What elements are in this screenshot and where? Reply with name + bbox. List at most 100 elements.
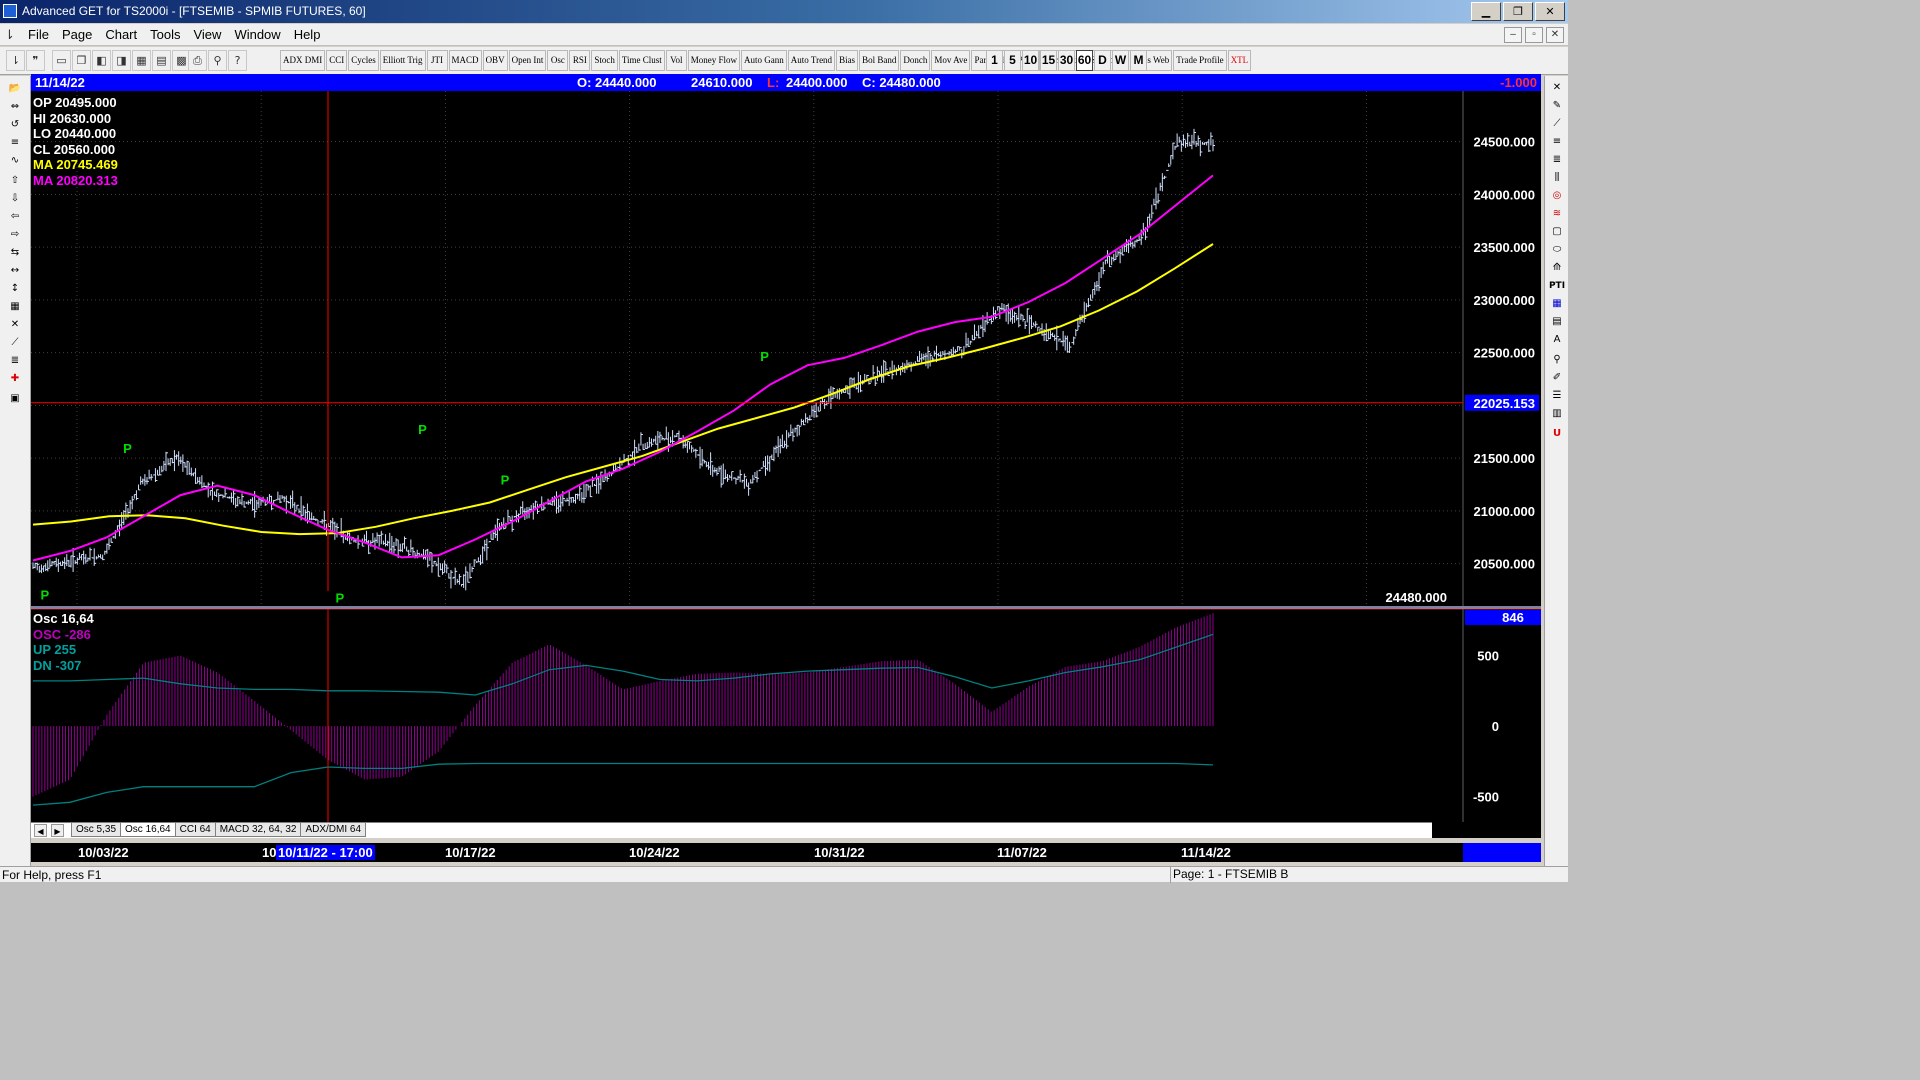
arrow-down-icon[interactable]: ⇩ xyxy=(4,190,26,207)
magnifier-icon[interactable]: ⚲ xyxy=(1548,352,1566,368)
reset-icon[interactable]: ↺ xyxy=(4,116,26,133)
menu-window[interactable]: Window xyxy=(234,27,280,42)
fib-time-icon[interactable]: ⫼ xyxy=(1548,170,1566,186)
study-button-bias[interactable]: Bias xyxy=(836,50,859,71)
study-button-cci[interactable]: CCI xyxy=(326,50,348,71)
close-button[interactable]: ✕ xyxy=(1535,2,1565,21)
delete-tool-icon[interactable]: ✕ xyxy=(1548,80,1566,96)
trendline-icon[interactable]: ⟋ xyxy=(1548,116,1566,132)
maximize-button[interactable]: ❐ xyxy=(1503,2,1533,21)
fan-icon[interactable]: ⟰ xyxy=(1548,260,1566,276)
study-button-xtl[interactable]: XTL xyxy=(1227,50,1252,71)
grid-tool-icon[interactable]: ▦ xyxy=(1548,296,1566,312)
undo-icon[interactable]: U xyxy=(1548,426,1566,442)
elliott-icon[interactable]: ∿ xyxy=(4,152,26,169)
study-button-auto-gann[interactable]: Auto Gann xyxy=(741,50,787,71)
menu-help[interactable]: Help xyxy=(294,27,321,42)
tab-osc-5-35[interactable]: Osc 5,35 xyxy=(71,823,122,837)
interval-button-60[interactable]: 60 xyxy=(1076,50,1093,71)
print-icon[interactable]: ⎙ xyxy=(188,50,207,71)
quote-icon[interactable]: ❞ xyxy=(26,50,45,71)
fib-extension-icon[interactable]: ≣ xyxy=(1548,152,1566,168)
text-icon[interactable]: A xyxy=(1548,332,1566,348)
hint-icon[interactable]: ⚲ xyxy=(208,50,227,71)
compress-bars-icon[interactable]: ⇆ xyxy=(4,244,26,261)
price-chart[interactable]: 20500.000 21000.000 21500.000 22500.000 2300… xyxy=(31,91,1541,608)
interval-button-m[interactable]: M xyxy=(1130,50,1147,71)
cascade-icon[interactable]: ▤ xyxy=(152,50,171,71)
menu-view[interactable]: View xyxy=(193,27,221,42)
oscillator-chart[interactable]: -500 0 500 846 xyxy=(31,609,1541,822)
study-button-time-clust[interactable]: Time Clust xyxy=(618,50,665,71)
copy-chart-icon[interactable]: ❐ xyxy=(72,50,91,71)
menu-chart[interactable]: Chart xyxy=(105,27,137,42)
study-button-money-flow[interactable]: Money Flow xyxy=(687,50,741,71)
fib-icon[interactable]: ≣ xyxy=(4,352,26,369)
tab-cci-64[interactable]: CCI 64 xyxy=(174,823,216,837)
mdi-restore-button[interactable]: ▫ xyxy=(1525,27,1543,43)
properties-icon[interactable]: ▣ xyxy=(4,390,26,407)
study-button-osc[interactable]: Osc xyxy=(547,50,569,71)
study-button-adx-dmi[interactable]: ADX DMI xyxy=(280,50,326,71)
menu-tools[interactable]: Tools xyxy=(150,27,180,42)
study-button-auto-trend[interactable]: Auto Trend xyxy=(787,50,836,71)
study-button-rsi[interactable]: RSI xyxy=(569,50,591,71)
tab-adx-dmi[interactable]: ADX/DMI 64 xyxy=(300,823,367,837)
tile-icon[interactable]: ▦ xyxy=(132,50,151,71)
interval-button-30[interactable]: 30 xyxy=(1058,50,1075,71)
study-button-bol-band[interactable]: Bol Band xyxy=(859,50,900,71)
study-button-elliott-trig[interactable]: Elliott Trig xyxy=(379,50,426,71)
paint-icon[interactable]: ✐ xyxy=(1548,370,1566,386)
interval-button-5[interactable]: 5 xyxy=(1004,50,1021,71)
fib-box-icon[interactable]: ▤ xyxy=(1548,314,1566,330)
mdi-minimize-button[interactable]: – xyxy=(1504,27,1522,43)
crosshair-icon[interactable]: ✚ xyxy=(4,370,26,387)
study-button-jti[interactable]: JTI xyxy=(426,50,448,71)
study-icon[interactable]: ≡ xyxy=(4,134,26,151)
tab-scroll-right-icon[interactable]: ▶ xyxy=(51,824,64,837)
grid-lines-icon[interactable]: ▦ xyxy=(4,298,26,315)
study-button-donch[interactable]: Donch xyxy=(900,50,931,71)
document-icon[interactable]: ⇂ xyxy=(4,27,20,43)
gann-icon[interactable]: ⟋ xyxy=(4,334,26,351)
study-button-cycles[interactable]: Cycles xyxy=(348,50,379,71)
pti-icon[interactable]: PTI xyxy=(1548,278,1566,294)
menu-page[interactable]: Page xyxy=(62,27,92,42)
new-page-icon[interactable]: ▭ xyxy=(52,50,71,71)
study-button-trade-profile[interactable]: Trade Profile xyxy=(1173,50,1227,71)
arrow-left-icon[interactable]: ⇦ xyxy=(4,208,26,225)
lines-icon[interactable]: ✕ xyxy=(4,316,26,333)
menu-file[interactable]: File xyxy=(28,27,49,42)
interval-button-10[interactable]: 10 xyxy=(1022,50,1039,71)
box-icon[interactable]: ▢ xyxy=(1548,224,1566,240)
table-icon[interactable]: ▥ xyxy=(1548,406,1566,422)
mdi-close-button[interactable]: ✕ xyxy=(1546,27,1564,43)
scale-icon[interactable]: ↕ xyxy=(4,280,26,297)
tab-scroll-left-icon[interactable]: ◀ xyxy=(34,824,47,837)
expand-bars-icon[interactable]: ↔ xyxy=(4,262,26,279)
tab-osc-16-64[interactable]: Osc 16,64 xyxy=(120,823,176,837)
zoom-icon[interactable]: ⇔ xyxy=(4,98,26,115)
tab-macd[interactable]: MACD 32, 64, 32 xyxy=(214,823,302,837)
prev-chart-icon[interactable]: ◧ xyxy=(92,50,111,71)
open-folder-icon[interactable]: 📂 xyxy=(4,80,26,97)
interval-button-1[interactable]: 1 xyxy=(986,50,1003,71)
arrow-up-icon[interactable]: ⇧ xyxy=(4,172,26,189)
study-button-obv[interactable]: OBV xyxy=(482,50,508,71)
arrow-right-icon[interactable]: ⇨ xyxy=(4,226,26,243)
study-button-stoch[interactable]: Stoch xyxy=(591,50,618,71)
interval-button-d[interactable]: D xyxy=(1094,50,1111,71)
channel-icon[interactable]: ≋ xyxy=(1548,206,1566,222)
cycle-icon[interactable]: ◎ xyxy=(1548,188,1566,204)
pin-icon[interactable]: ⇂ xyxy=(6,50,25,71)
study-button-macd[interactable]: MACD xyxy=(448,50,482,71)
study-button-open-int[interactable]: Open Int xyxy=(508,50,547,71)
list-icon[interactable]: ☰ xyxy=(1548,388,1566,404)
ellipse-icon[interactable]: ⬭ xyxy=(1548,242,1566,258)
minimize-button[interactable]: ▁ xyxy=(1471,2,1501,21)
next-chart-icon[interactable]: ◨ xyxy=(112,50,131,71)
interval-button-w[interactable]: W xyxy=(1112,50,1129,71)
context-help-icon[interactable]: ? xyxy=(228,50,247,71)
fib-retracement-icon[interactable]: ≡ xyxy=(1548,134,1566,150)
pencil-icon[interactable]: ✎ xyxy=(1548,98,1566,114)
